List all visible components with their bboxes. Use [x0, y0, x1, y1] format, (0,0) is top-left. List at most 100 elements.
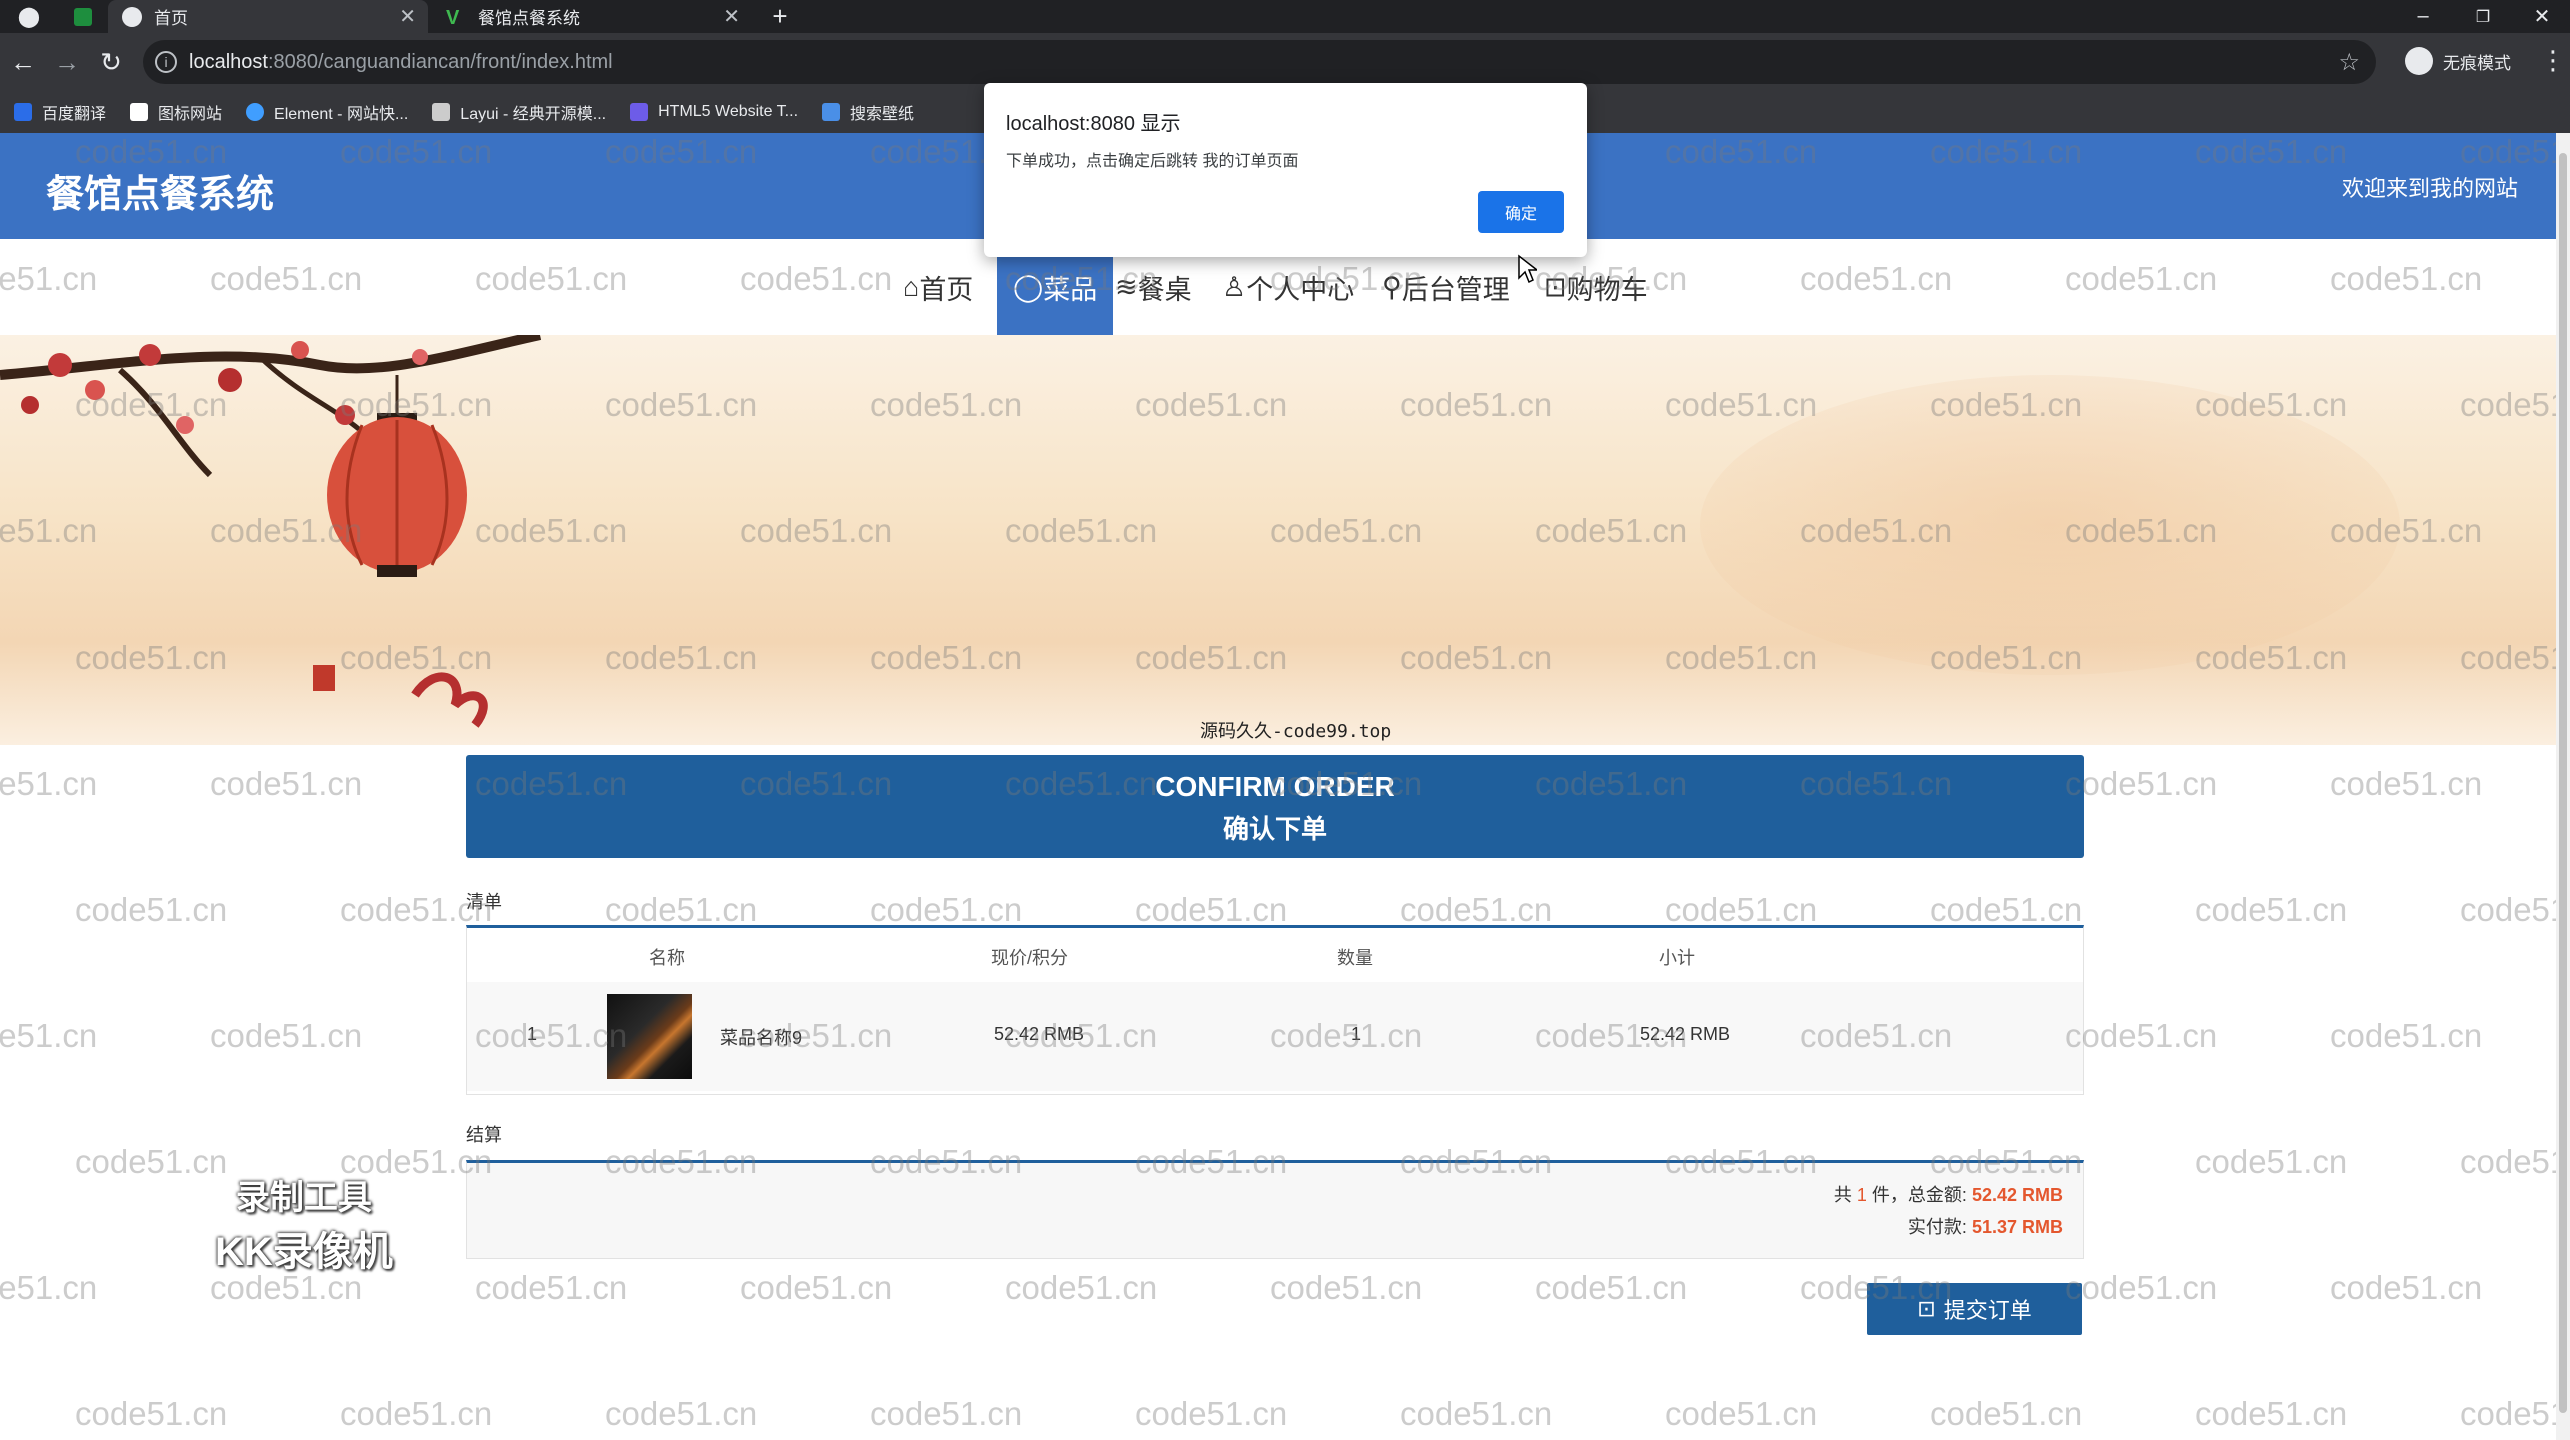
watermark-text: code51.cn [605, 891, 758, 928]
watermark-text: code51.cn [1930, 891, 2083, 928]
incognito-indicator[interactable]: 无痕模式 [2405, 47, 2511, 75]
total-line: 共 1 件，总金额: 52.42 RMB [1834, 1181, 2063, 1207]
bookmark-item[interactable]: Layui - 经典开源模... [432, 100, 606, 124]
watermark-text: code51.cn [1270, 1269, 1423, 1306]
dialog-ok-button[interactable]: 确定 [1478, 191, 1564, 233]
watermark-text: code51.cn [1135, 1395, 1288, 1432]
restore-icon[interactable]: ❐ [2455, 0, 2511, 33]
red-lantern-illustration [327, 375, 467, 577]
circle-icon: ◯ [1013, 271, 1044, 302]
watermark-text: code51.cn [1400, 1395, 1553, 1432]
cart-icon: ⊡ [1917, 1296, 1936, 1321]
vue-icon: V [446, 6, 460, 29]
close-icon[interactable]: ✕ [723, 4, 740, 29]
watermark-text: code51.cn [0, 765, 98, 802]
bookmark-star-icon[interactable]: ☆ [2338, 48, 2360, 77]
order-list-table: 名称 现价/积分 数量 小计 1 菜品名称9 52.42 RMB 1 52.42… [466, 925, 2084, 1095]
confirm-order-banner: CONFIRM ORDER 确认下单 [466, 755, 2084, 858]
cart-icon: ⊡ [1544, 271, 1567, 302]
incognito-icon [2405, 47, 2433, 75]
reload-icon[interactable]: ↻ [94, 45, 128, 79]
watermark-text: code51.cn [2195, 891, 2348, 928]
incognito-label: 无痕模式 [2443, 53, 2511, 73]
bookmark-item[interactable]: 百度翻译 [14, 100, 106, 124]
kebab-menu-icon[interactable]: ⋮ [2540, 45, 2566, 76]
translate-icon [14, 103, 32, 121]
site-title: 餐馆点餐系统 [46, 174, 275, 216]
calligraphy-seal-illustration [313, 665, 488, 728]
nav-label: 后台管理 [1401, 274, 1510, 305]
recorder-line1: 录制工具 [235, 1179, 372, 1217]
settle-section-label: 结算 [466, 1125, 502, 1145]
table-header: 名称 现价/积分 数量 小计 [467, 928, 2083, 983]
watermark-text: code51.cn [1400, 891, 1553, 928]
banner-glow [1700, 375, 2400, 675]
url-path: :8080/canguandiancan/front/index.html [267, 50, 613, 73]
browser-menu-icon[interactable]: ⬤ [0, 0, 58, 33]
submit-label: 提交订单 [1943, 1298, 2032, 1323]
col-qty-header: 数量 [1337, 948, 1373, 968]
bookmark-item[interactable]: 搜索壁纸 [822, 100, 914, 124]
hero-banner [0, 335, 2556, 745]
bookmark-label: Element - 网站快... [274, 106, 409, 123]
tab-label: 餐馆点餐系统 [478, 9, 580, 28]
watermark-text: code51.cn [1135, 891, 1288, 928]
watermark-text: code51.cn [210, 765, 363, 802]
tab-home[interactable]: 首页 ✕ [108, 0, 428, 33]
dish-qty: 1 [1351, 1024, 1362, 1044]
forward-icon[interactable]: → [50, 45, 84, 79]
app-shortcut-icon[interactable] [58, 0, 108, 33]
watermark-text: code51.cn [605, 1395, 758, 1432]
banner-caption: 源码久久-code99.top [1200, 721, 1392, 742]
dish-thumbnail[interactable] [607, 994, 692, 1079]
dish-name[interactable]: 菜品名称9 [720, 1024, 802, 1050]
watermark-text: code51.cn [2065, 1017, 2218, 1054]
watermark-text: code51.cn [340, 1395, 493, 1432]
page-scrollbar[interactable] [2556, 133, 2570, 1440]
tab-restaurant[interactable]: V 餐馆点餐系统 ✕ [432, 0, 752, 33]
watermark-text: code51.cn [1005, 1269, 1158, 1306]
nav-label: 首页 [919, 274, 974, 305]
watermark-text: code51.cn [2460, 1143, 2556, 1180]
watermark-text: code51.cn [1665, 1395, 1818, 1432]
bookmark-label: 搜索壁纸 [850, 106, 915, 123]
total-amount: 52.42 RMB [1971, 1185, 2063, 1205]
watermark-text: code51.cn [870, 891, 1023, 928]
close-window-icon[interactable]: ✕ [2514, 0, 2570, 33]
watermark-text: code51.cn [1665, 891, 1818, 928]
welcome-text: 欢迎来到我的网站 [2341, 176, 2518, 201]
recorder-line2: KK录像机 [215, 1230, 393, 1274]
bookmark-item[interactable]: Element - 网站快... [246, 100, 408, 124]
watermark-text: code51.cn [0, 1269, 98, 1306]
nav-label: 个人中心 [1246, 274, 1355, 305]
nav-home[interactable]: ⌂ 首页 [903, 239, 973, 335]
list-section-label: 清单 [466, 892, 502, 912]
bookmark-item[interactable]: 图标网站 [130, 100, 222, 124]
total-prefix: 共 [1833, 1185, 1852, 1205]
bookmark-label: Layui - 经典开源模... [460, 106, 607, 123]
row-index: 1 [527, 1024, 538, 1044]
settlement-box: 共 1 件，总金额: 52.42 RMB 实付款: 51.37 RMB [466, 1160, 2084, 1259]
new-tab-button[interactable]: + [752, 0, 808, 33]
paid-line: 实付款: 51.37 RMB [1908, 1213, 2063, 1239]
watermark-text: code51.cn [1930, 1395, 2083, 1432]
nav-label: 餐桌 [1137, 274, 1192, 305]
close-icon[interactable]: ✕ [399, 4, 416, 29]
submit-order-button[interactable]: ⊡ 提交订单 [1867, 1283, 2082, 1335]
watermark-text: code51.cn [870, 1395, 1023, 1432]
address-bar[interactable]: i localhost:8080/canguandiancan/front/in… [143, 40, 2376, 84]
back-icon[interactable]: ← [6, 45, 40, 79]
table-row: 1 菜品名称9 52.42 RMB 1 52.42 RMB [467, 982, 2083, 1091]
bookmark-item[interactable]: HTML5 Website T... [630, 103, 798, 121]
layers-icon: ≋ [1115, 271, 1138, 302]
paid-prefix: 实付款: [1907, 1217, 1967, 1237]
scrollbar-thumb[interactable] [2559, 153, 2567, 1413]
dialog-title: localhost:8080 显示 [1006, 113, 1181, 135]
tab-label: 首页 [154, 9, 188, 28]
watermark-text: code51.cn [2195, 1395, 2348, 1432]
watermark-text: code51.cn [0, 1017, 98, 1054]
bookmark-label: 图标网站 [158, 106, 223, 123]
info-icon[interactable]: i [155, 51, 177, 73]
minimize-icon[interactable]: – [2395, 0, 2451, 33]
nav-label: 菜品 [1043, 274, 1098, 305]
